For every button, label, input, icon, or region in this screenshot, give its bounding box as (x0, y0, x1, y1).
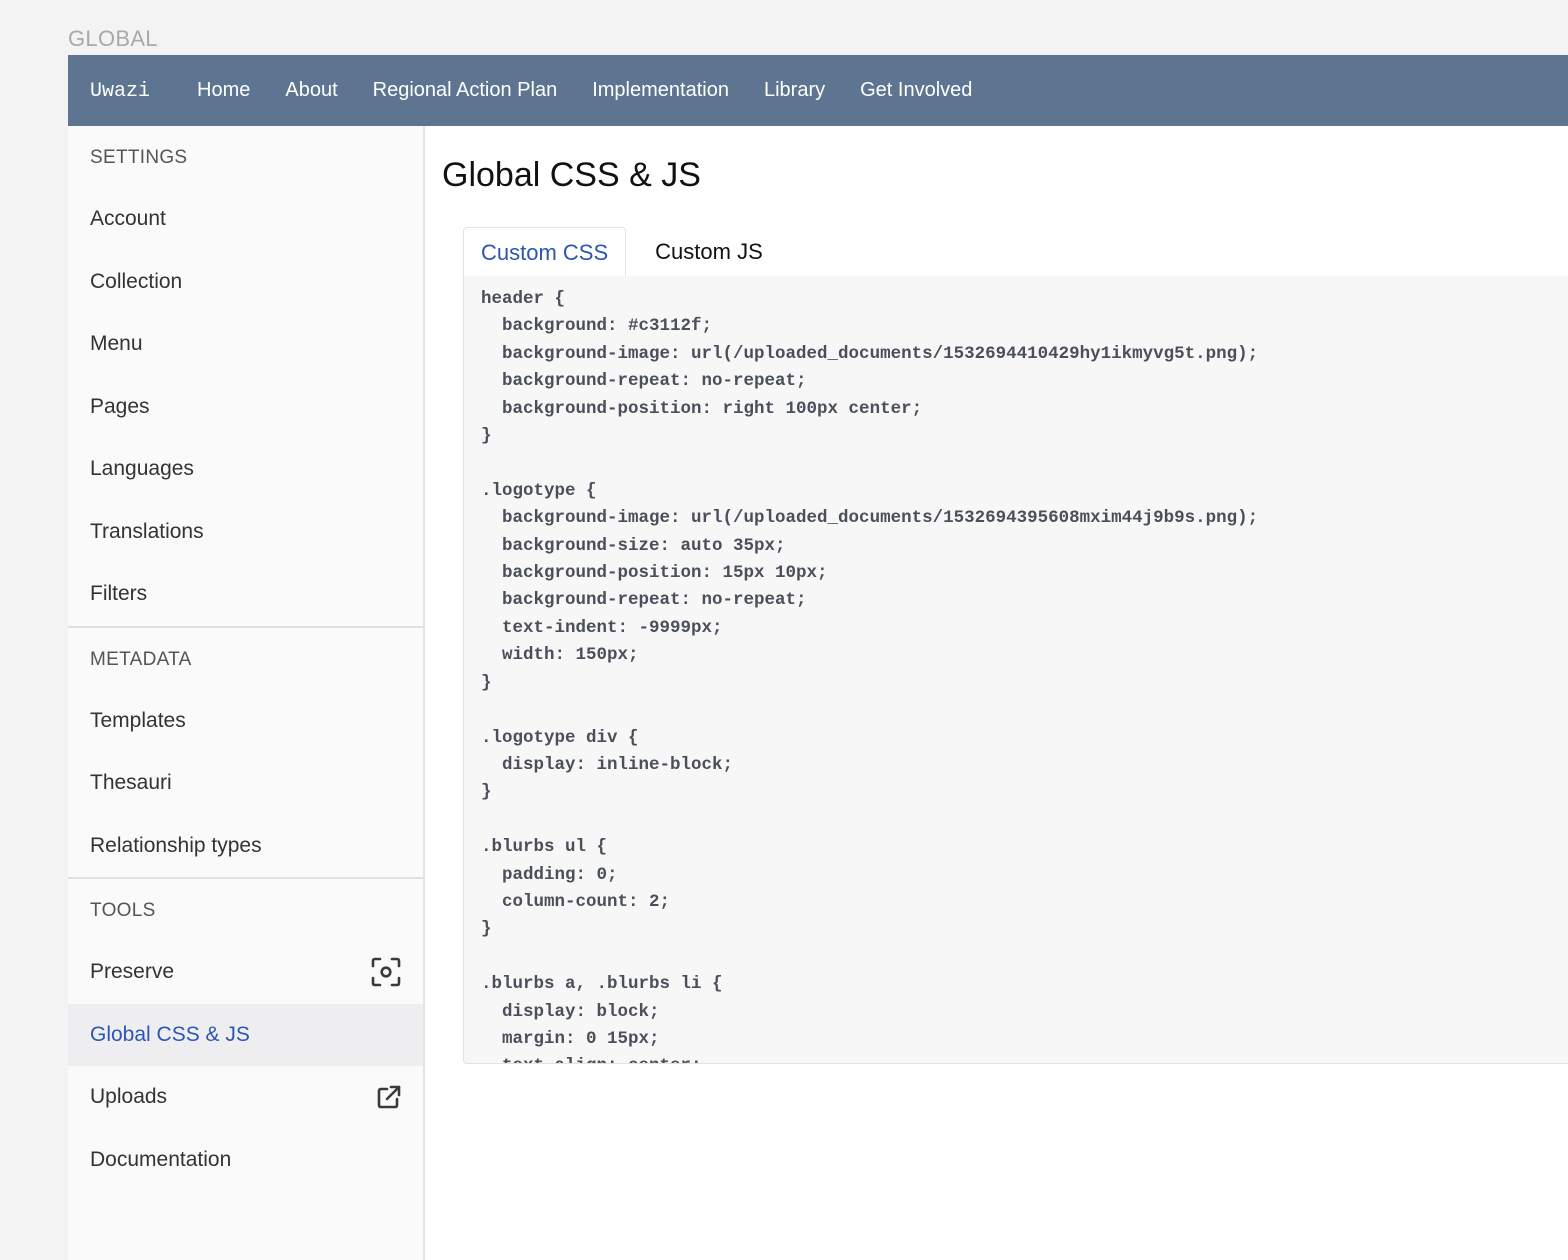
sidebar-header-settings: SETTINGS (90, 147, 188, 168)
code-text[interactable]: header { background: #c3112f; background… (464, 276, 1568, 1063)
tab-custom-css[interactable]: Custom CSS (463, 227, 627, 278)
sidebar-item-account[interactable]: Account (68, 188, 423, 251)
nav-link-home[interactable]: Home (197, 79, 250, 102)
nav-link-about[interactable]: About (285, 79, 337, 102)
sidebar-item-label: Pages (90, 394, 150, 418)
brand-logo[interactable]: Uwazi (90, 80, 150, 103)
external-link-icon (377, 1085, 401, 1109)
sidebar-item-translations[interactable]: Translations (68, 501, 423, 564)
sidebar-item-label: Filters (90, 582, 148, 605)
sidebar-item-preserve[interactable]: Preserve (68, 941, 423, 1004)
sidebar-item-label: Translations (90, 519, 204, 543)
sidebar-section-settings: SETTINGS Account Collection Menu Pages L… (68, 126, 423, 628)
section-label: GLOBAL (68, 26, 158, 51)
sidebar-item-uploads[interactable]: Uploads (68, 1066, 423, 1129)
sidebar-item-label: Uploads (90, 1085, 168, 1108)
sidebar-item-thesauri[interactable]: Thesauri (68, 752, 423, 815)
sidebar-item-label: Templates (90, 708, 186, 732)
sidebar-item-label: Documentation (90, 1147, 232, 1171)
sidebar-item-label: Thesauri (90, 771, 172, 794)
sidebar-item-label: Preserve (90, 960, 175, 983)
sidebar-item-languages[interactable]: Languages (68, 438, 423, 501)
tab-custom-js[interactable]: Custom JS (638, 227, 780, 275)
sidebar-item-label: Menu (90, 332, 143, 355)
sidebar-item-relationship-types[interactable]: Relationship types (68, 815, 423, 878)
sidebar-item-collection[interactable]: Collection (68, 251, 423, 314)
sidebar-item-label: Relationship types (90, 833, 262, 857)
sidebar-item-global-css-js[interactable]: Global CSS & JS (68, 1003, 423, 1066)
preserve-icon (371, 957, 401, 987)
sidebar-header-metadata: METADATA (90, 648, 192, 670)
sidebar-section-metadata: METADATA Templates Thesauri Relationship… (68, 628, 423, 879)
code-editor[interactable]: header { background: #c3112f; background… (463, 276, 1568, 1064)
sidebar-item-menu[interactable]: Menu (68, 313, 423, 376)
nav-link-library[interactable]: Library (764, 79, 825, 102)
nav-link-regional-action-plan[interactable]: Regional Action Plan (373, 79, 558, 102)
settings-sidebar: SETTINGS Account Collection Menu Pages L… (68, 126, 425, 1260)
main-content: Global CSS & JS Custom CSS Custom JS hea… (425, 126, 1568, 1260)
sidebar-item-filters[interactable]: Filters (68, 563, 423, 626)
sidebar-item-label: Languages (90, 457, 194, 480)
nav-link-implementation[interactable]: Implementation (592, 79, 729, 102)
sidebar-section-tools: TOOLS Preserve Global CSS & JS Uploads D… (68, 879, 423, 1191)
sidebar-item-label: Account (90, 207, 166, 230)
nav-link-get-involved[interactable]: Get Involved (860, 79, 972, 102)
tab-bar: Custom CSS Custom JS (463, 227, 1568, 278)
sidebar-item-documentation[interactable]: Documentation (68, 1129, 423, 1192)
sidebar-header-tools: TOOLS (90, 900, 156, 921)
sidebar-item-pages[interactable]: Pages (68, 376, 423, 439)
page-title: Global CSS & JS (442, 156, 701, 194)
sidebar-item-label: Global CSS & JS (90, 1022, 250, 1046)
sidebar-item-label: Collection (90, 269, 183, 293)
sidebar-item-templates[interactable]: Templates (68, 690, 423, 753)
top-navbar: Uwazi Home About Regional Action Plan Im… (68, 55, 1568, 126)
